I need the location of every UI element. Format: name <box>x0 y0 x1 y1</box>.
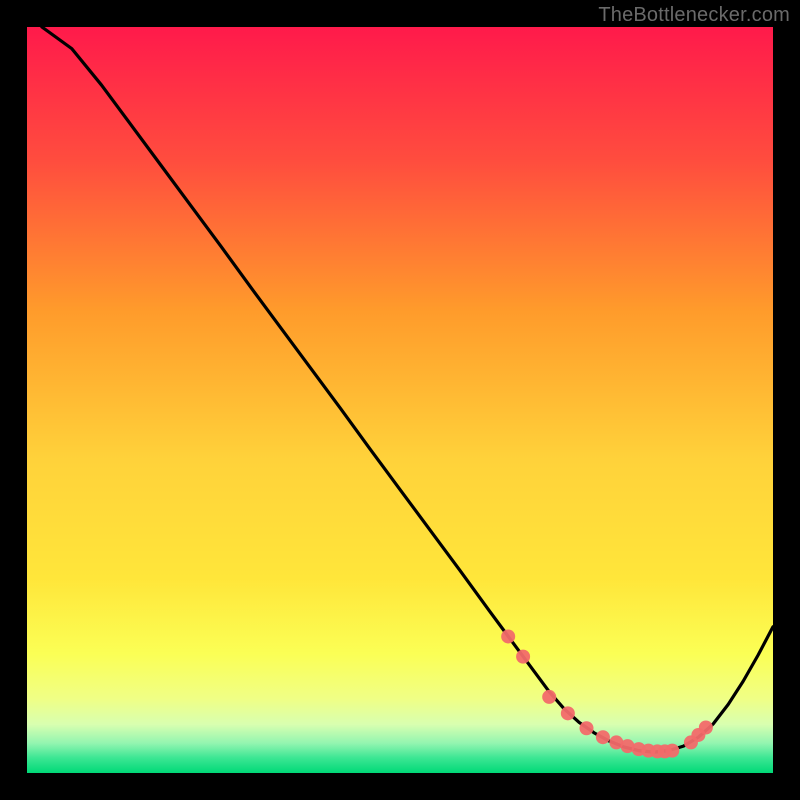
data-point <box>516 650 530 664</box>
attribution-label: TheBottlenecker.com <box>598 4 790 27</box>
data-point <box>561 706 575 720</box>
data-point <box>596 730 610 744</box>
chart-frame <box>27 27 773 773</box>
data-point <box>501 629 515 643</box>
data-point <box>699 720 713 734</box>
data-point <box>665 744 679 758</box>
data-point <box>580 721 594 735</box>
data-point <box>542 690 556 704</box>
gradient-background <box>27 27 773 773</box>
chart-canvas <box>27 27 773 773</box>
